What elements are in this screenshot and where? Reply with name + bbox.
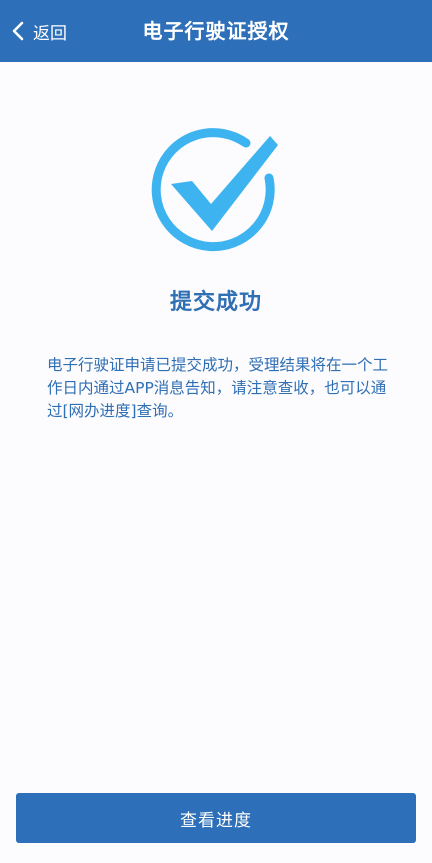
success-title: 提交成功 [169,290,262,315]
back-button[interactable]: 返回 [8,0,67,62]
view-progress-button[interactable]: 查看进度 [16,793,416,843]
chevron-left-icon [8,20,30,42]
app-header: 返回 电子行驶证授权 [0,0,432,62]
back-label: 返回 [33,23,67,44]
check-circle-icon [151,126,281,256]
result-message: 电子行驶证申请已提交成功，受理结果将在一个工作日内通过APP消息告知，请注意查收… [47,356,389,420]
